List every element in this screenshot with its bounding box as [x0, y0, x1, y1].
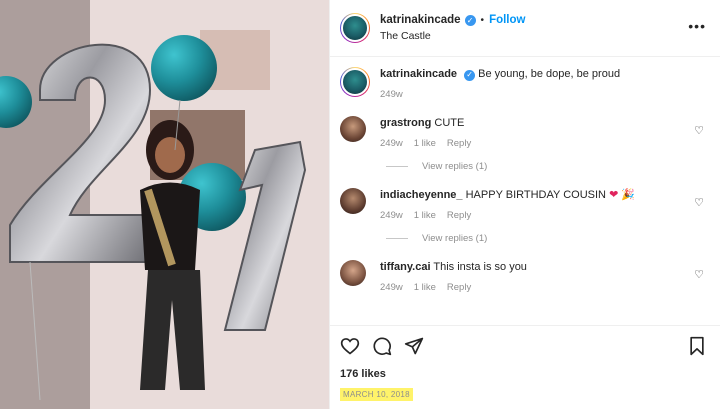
- caption-text: Be young, be dope, be proud: [478, 68, 621, 80]
- caption-time[interactable]: 249w: [380, 89, 403, 100]
- comment-item: indiacheyenne_ HAPPY BIRTHDAY COUSIN ❤ 🎉…: [340, 188, 710, 221]
- comment-icon[interactable]: [372, 336, 392, 356]
- post-actions: 176 likes MARCH 10, 2018: [330, 325, 720, 402]
- heart-icon[interactable]: [340, 336, 360, 356]
- comment-like-heart-icon[interactable]: ♡: [694, 196, 704, 209]
- comment-emojis: ❤ 🎉: [609, 189, 636, 201]
- comment-likes[interactable]: 1 like: [414, 210, 436, 221]
- comment-time[interactable]: 249w: [380, 210, 403, 221]
- bookmark-icon[interactable]: [688, 336, 706, 356]
- commenter-avatar[interactable]: [340, 188, 366, 214]
- post-sidebar: katrinakincade ✓ • Follow The Castle •••…: [329, 0, 720, 409]
- comment-like-heart-icon[interactable]: ♡: [694, 124, 704, 137]
- caption-avatar[interactable]: [340, 67, 370, 97]
- follow-button[interactable]: Follow: [489, 14, 525, 26]
- caption: katrinakincade ✓ Be young, be dope, be p…: [340, 67, 710, 100]
- comment-username[interactable]: grastrong: [380, 117, 431, 129]
- comments-list: katrinakincade ✓ Be young, be dope, be p…: [330, 57, 720, 293]
- comment-time[interactable]: 249w: [380, 138, 403, 149]
- comment-username[interactable]: indiacheyenne_: [380, 189, 463, 201]
- teal-balloon: [151, 35, 217, 101]
- author-username[interactable]: katrinakincade: [380, 14, 461, 26]
- comment-item: grastrong CUTE 249w 1 like Reply ♡: [340, 116, 710, 149]
- verified-badge-icon: ✓: [464, 69, 476, 81]
- more-options-icon[interactable]: •••: [688, 18, 706, 34]
- location-link[interactable]: The Castle: [380, 30, 525, 42]
- comment-text: This insta is so you: [433, 261, 527, 273]
- reply-button[interactable]: Reply: [447, 138, 471, 149]
- replies-divider-line: [386, 238, 408, 239]
- verified-badge-icon: ✓: [464, 14, 476, 26]
- caption-username[interactable]: katrinakincade: [380, 68, 457, 80]
- comment-likes[interactable]: 1 like: [414, 138, 436, 149]
- likes-count[interactable]: 176 likes: [340, 368, 710, 380]
- author-avatar[interactable]: [340, 13, 370, 43]
- post-date: MARCH 10, 2018: [340, 388, 413, 401]
- comment-username[interactable]: tiffany.cai: [380, 261, 431, 273]
- post-header: katrinakincade ✓ • Follow The Castle •••: [330, 0, 720, 57]
- comment-item: tiffany.cai This insta is so you 249w 1 …: [340, 260, 710, 293]
- post-photo[interactable]: [0, 0, 329, 409]
- comment-text: HAPPY BIRTHDAY COUSIN: [465, 189, 606, 201]
- share-icon[interactable]: [404, 336, 424, 356]
- party-photo-illustration: [0, 0, 329, 409]
- separator-dot: •: [480, 14, 485, 26]
- commenter-avatar[interactable]: [340, 116, 366, 142]
- comment-text: CUTE: [434, 117, 465, 129]
- comment-time[interactable]: 249w: [380, 282, 403, 293]
- comment-likes[interactable]: 1 like: [414, 282, 436, 293]
- replies-divider-line: [386, 166, 408, 167]
- view-replies-button[interactable]: View replies (1): [386, 233, 710, 244]
- instagram-post: katrinakincade ✓ • Follow The Castle •••…: [0, 0, 720, 409]
- view-replies-button[interactable]: View replies (1): [386, 161, 710, 172]
- reply-button[interactable]: Reply: [447, 210, 471, 221]
- reply-button[interactable]: Reply: [447, 282, 471, 293]
- commenter-avatar[interactable]: [340, 260, 366, 286]
- comment-like-heart-icon[interactable]: ♡: [694, 268, 704, 281]
